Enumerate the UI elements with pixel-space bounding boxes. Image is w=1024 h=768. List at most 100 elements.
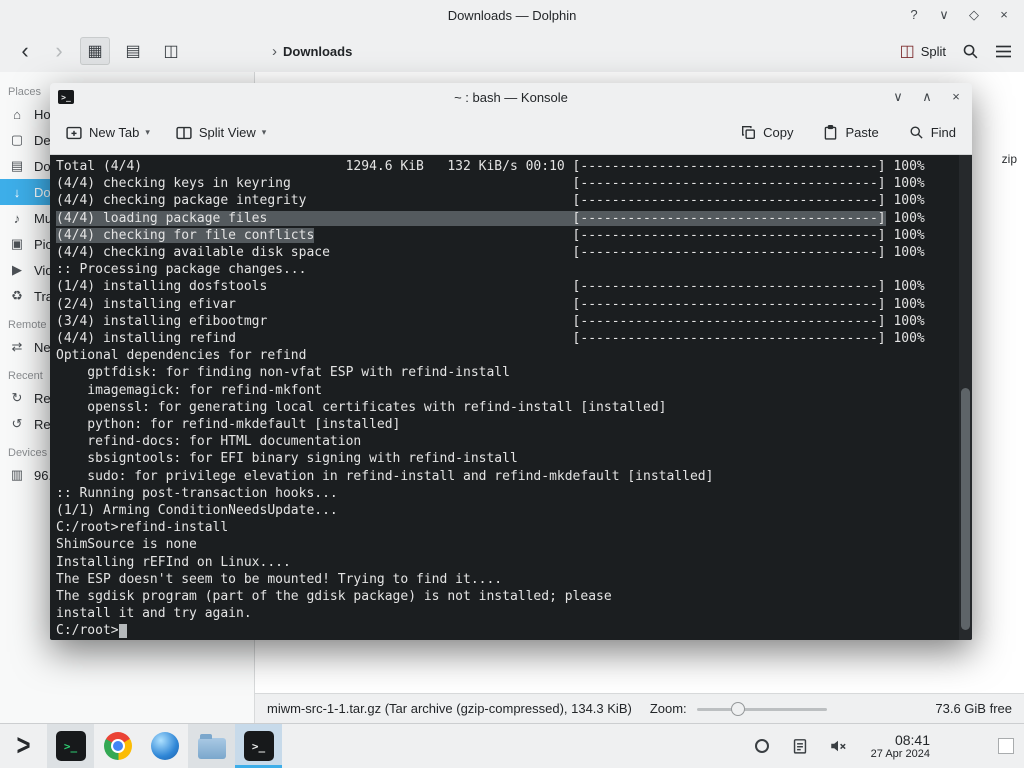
ring-icon [754,739,769,753]
clock-time: 08:41 [894,731,930,748]
place-label: Do [34,158,51,174]
terminal-line: (3/4) installing efibootmgr [-----------… [56,313,925,329]
copy-button[interactable]: Copy [741,125,793,140]
place-label: Re [34,390,51,406]
terminal-line: (4/4) checking available disk space [---… [56,245,925,261]
view-icons-button[interactable]: ▦ [80,37,110,65]
forward-button[interactable]: › [46,40,72,62]
statusbar-body: miwm-src-1-1.tar.gz (Tar archive (gzip-c… [255,693,1024,723]
hamburger-menu-icon[interactable] [995,44,1012,59]
konsole-toolbar-right: Copy Paste Find [741,125,956,140]
place-label: Re [34,416,51,432]
split-view-button[interactable]: Split View ▾ [176,125,266,140]
terminal-text: [--------------------------------------]… [314,227,925,243]
find-icon [909,125,924,140]
clipboard-icon[interactable] [789,738,811,754]
back-button[interactable]: ‹ [12,40,38,62]
terminal-text: 100% [885,210,925,226]
terminal-line: (2/4) installing efivar [---------------… [56,296,925,312]
terminal-selection: (4/4) checking for file conflicts [56,227,315,243]
konsole-close-button[interactable]: × [948,89,964,105]
terminal-line: (4/4) loading package files [-----------… [56,210,972,227]
show-desktop-button[interactable] [998,738,1014,754]
terminal-cursor [118,624,127,639]
new-tab-button[interactable]: New Tab ▾ [66,125,150,140]
konsole-minimize-button[interactable]: ∨ [890,89,906,105]
view-details-button[interactable]: ▤ [118,37,148,65]
terminal-line: (4/4) checking keys in keyring [--------… [56,176,925,192]
zoom-slider[interactable] [696,701,827,716]
desktop: Downloads — Dolphin ? ∨ ◇ × ‹ › ▦ ▤ ◫ › … [0,0,1024,768]
terminal-scrollbar[interactable] [959,155,972,640]
place-label: Ho [34,106,51,122]
find-label: Find [930,125,956,140]
breadcrumb[interactable]: › Downloads [272,43,352,60]
browser-icon [150,732,179,760]
konsole-maximize-button[interactable]: ∧ [919,89,935,105]
tray-status-icon[interactable] [751,739,773,753]
taskbar-terminal-app[interactable]: >_ [47,724,94,768]
terminal-line: imagemagick: for refind-mkfont [56,382,323,398]
volume-muted-icon[interactable] [827,737,849,755]
view-tree-button[interactable]: ◫ [156,37,186,65]
konsole-icon: >_ [243,731,274,761]
app-launcher-button[interactable]: > [0,724,47,768]
new-tab-dropdown-icon[interactable]: ▾ [145,127,150,138]
place-label: De [34,132,51,148]
minimize-button[interactable]: ∨ [936,7,952,23]
taskbar-konsole[interactable]: >_ [235,724,282,768]
terminal-line: Total (4/4) 1294.6 KiB 132 KiB/s 00:10 [… [56,159,925,174]
konsole-window-buttons: ∨ ∧ × [890,89,964,105]
taskbar-dolphin[interactable] [188,724,235,768]
dolphin-statusbar: miwm-src-1-1.tar.gz (Tar archive (gzip-c… [0,693,1024,723]
terminal-line: sudo: for privilege elevation in refind-… [56,468,714,484]
terminal-line: (1/1) Arming ConditionNeedsUpdate... [56,503,338,519]
music-icon: ♪ [13,210,21,226]
desktop-icon: ▢ [10,132,24,147]
terminal-scrollbar-thumb[interactable] [961,387,970,631]
paste-icon [823,125,838,140]
dolphin-window-title: Downloads — Dolphin [447,7,577,23]
breadcrumb-folder[interactable]: Downloads [283,44,352,59]
close-button[interactable]: × [996,7,1012,23]
chrome-icon [103,732,132,760]
restore-button[interactable]: ◇ [966,7,982,23]
split-icon: ◫ [899,43,915,60]
dolphin-titlebar[interactable]: Downloads — Dolphin ? ∨ ◇ × [0,0,1024,30]
trash-icon: ♻ [11,288,23,303]
terminal-line: refind-docs: for HTML documentation [56,434,362,450]
split-view-dropdown-icon[interactable]: ▾ [262,127,267,138]
place-label: Do [34,184,51,200]
split-view-icon [176,126,192,140]
terminal-line: :: Processing package changes... [56,262,307,278]
terminal-line: gptfdisk: for finding non-vfat ESP with … [56,365,510,381]
documents-icon: ▤ [10,158,24,173]
digital-clock[interactable]: 08:41 27 Apr 2024 [871,732,930,761]
konsole-toolbar: New Tab ▾ Split View ▾ Copy Paste Find [50,111,972,155]
terminal[interactable]: Total (4/4) 1294.6 KiB 132 KiB/s 00:10 [… [50,155,972,640]
terminal-app-icon: >_ [55,731,86,761]
launcher-icon: > [16,728,31,763]
search-icon[interactable] [962,43,979,60]
konsole-titlebar[interactable]: >_ ~ : bash — Konsole ∨ ∧ × [50,83,972,111]
terminal-prompt-line: C:/root> [56,622,972,639]
terminal-lines: Total (4/4) 1294.6 KiB 132 KiB/s 00:10 [… [56,158,972,640]
terminal-line: (4/4) checking package integrity [------… [56,193,925,209]
split-button[interactable]: ◫ Split [900,41,946,61]
dolphin-window-buttons: ? ∨ ◇ × [906,7,1024,23]
find-button[interactable]: Find [909,125,956,140]
help-button[interactable]: ? [906,7,922,23]
paste-button[interactable]: Paste [823,125,879,140]
network-icon: ⇄ [11,339,23,354]
terminal-line: sbsigntools: for EFI binary signing with… [56,451,518,467]
new-tab-label: New Tab [89,125,140,140]
recent-files-icon: ↻ [11,390,23,405]
system-tray: 08:41 27 Apr 2024 [751,724,1014,768]
zoom-label: Zoom: [649,701,687,716]
taskbar-browser[interactable] [141,724,188,768]
statusbar-spacer [0,693,255,723]
zoom-slider-thumb[interactable] [730,701,745,716]
harddrive-icon: ▥ [10,467,24,482]
taskbar-chrome[interactable] [94,724,141,768]
pictures-icon: ▣ [10,236,24,251]
